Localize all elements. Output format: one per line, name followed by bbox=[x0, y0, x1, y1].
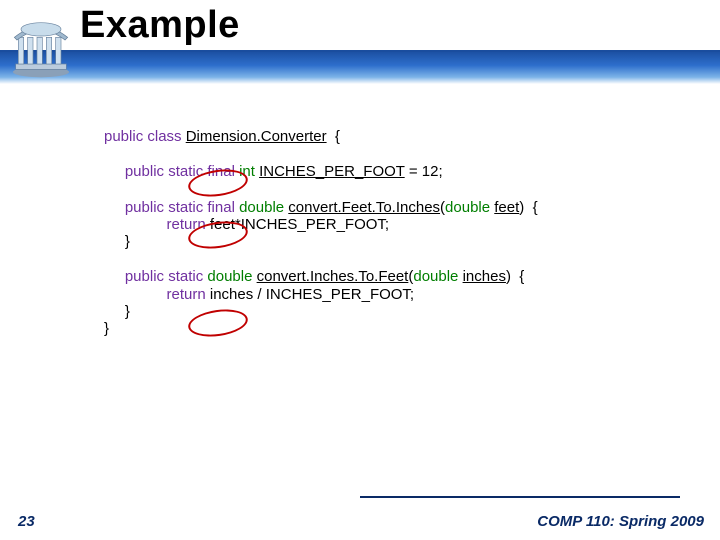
page-number: 23 bbox=[18, 513, 35, 530]
code-line-3: public static final double convert.Feet.… bbox=[104, 199, 538, 216]
code-line-5: } bbox=[104, 233, 538, 250]
slide: Example public class Dimension.Converter… bbox=[0, 0, 720, 540]
slide-title: Example bbox=[80, 4, 240, 47]
code-line-4: return feet*INCHES_PER_FOOT; bbox=[104, 216, 538, 233]
code-line-9: } bbox=[104, 320, 538, 337]
code-line-1: public class Dimension.Converter { bbox=[104, 128, 538, 145]
code-line-2: public static final int INCHES_PER_FOOT … bbox=[104, 163, 538, 180]
footer-rule bbox=[360, 496, 680, 498]
course-label: COMP 110: Spring 2009 bbox=[537, 513, 704, 530]
code-line-6: public static double convert.Inches.To.F… bbox=[104, 268, 538, 285]
building-logo-icon bbox=[6, 20, 76, 80]
code-block: public class Dimension.Converter { publi… bbox=[104, 128, 538, 337]
banner-topline bbox=[0, 50, 720, 52]
code-line-7: return inches / INCHES_PER_FOOT; bbox=[104, 286, 538, 303]
code-line-8: } bbox=[104, 303, 538, 320]
banner-gradient bbox=[0, 50, 720, 84]
